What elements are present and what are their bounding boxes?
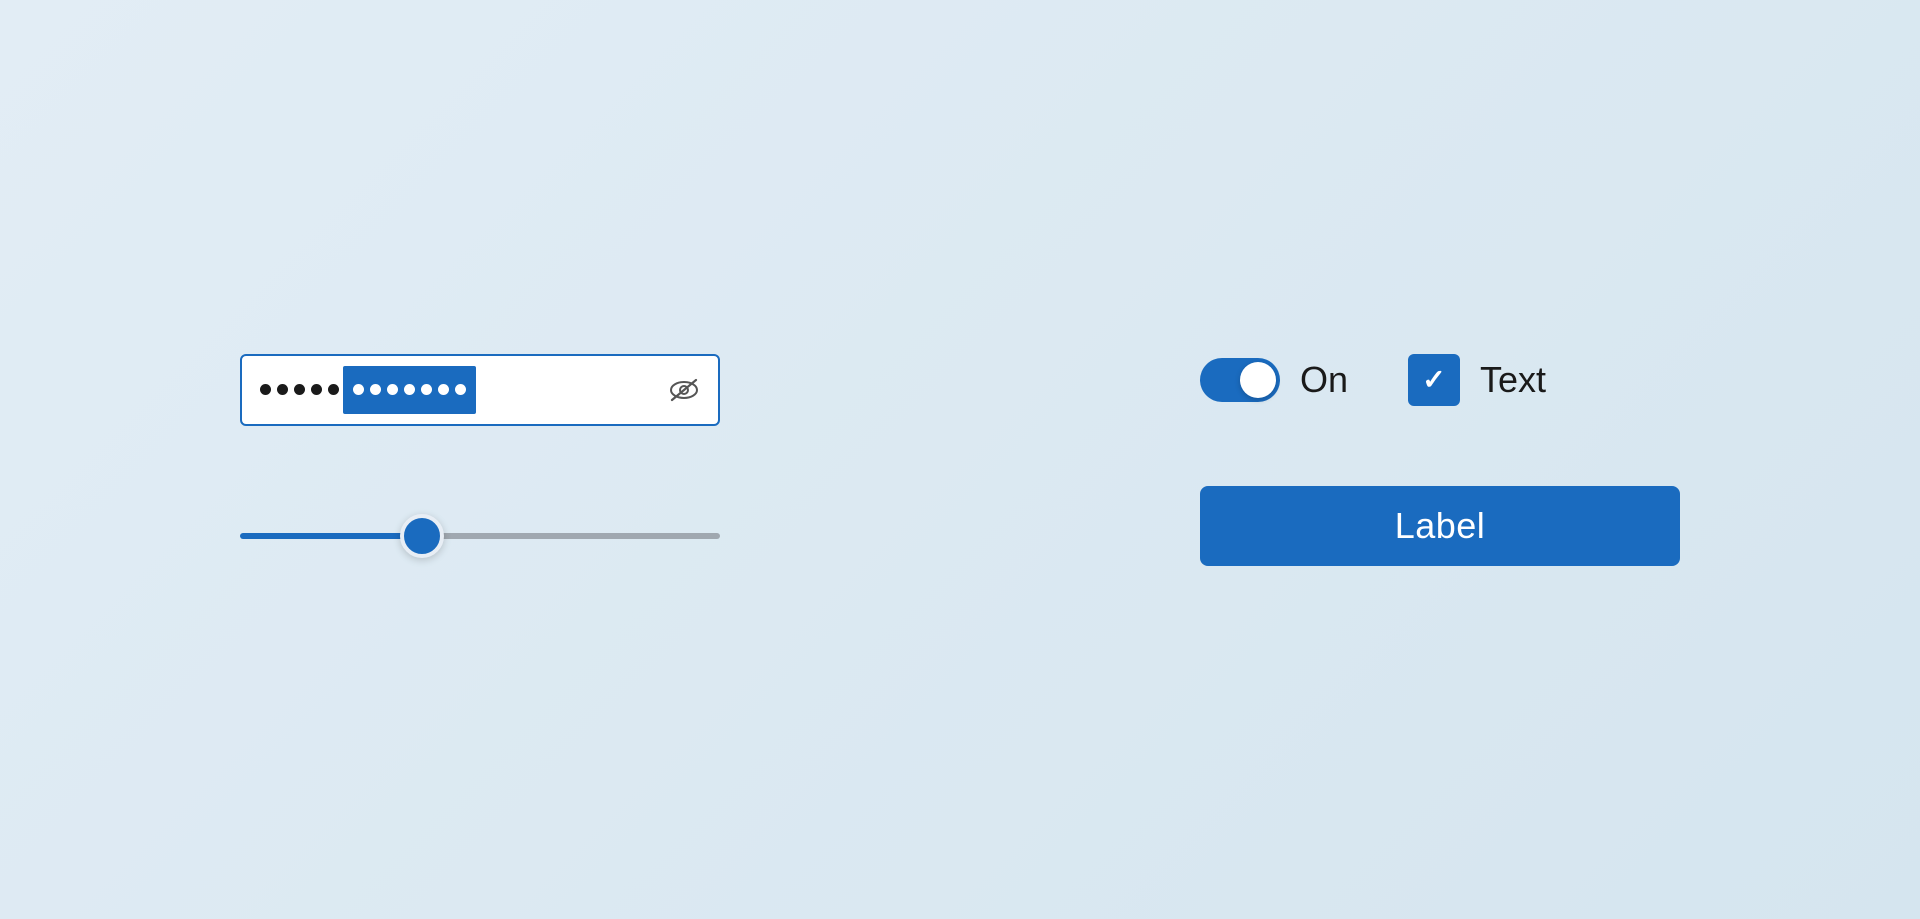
sel-dot-4 [404,384,415,395]
label-button-text: Label [1395,505,1486,547]
toggle-switch[interactable] [1200,358,1280,402]
show-password-button[interactable] [668,374,700,406]
slider-thumb[interactable] [400,514,444,558]
label-button[interactable]: Label [1200,486,1680,566]
dot-5 [328,384,339,395]
toggle-group: On [1200,358,1348,402]
sel-dot-2 [370,384,381,395]
top-controls: On ✓ Text [1200,354,1546,406]
password-plain-dots [260,384,339,395]
password-input[interactable] [240,354,720,426]
left-column [240,354,720,566]
dot-1 [260,384,271,395]
sel-dot-3 [387,384,398,395]
toggle-knob [1240,362,1276,398]
dot-2 [277,384,288,395]
sel-dot-6 [438,384,449,395]
sel-dot-7 [455,384,466,395]
toggle-label: On [1300,359,1348,401]
checkbox[interactable]: ✓ [1408,354,1460,406]
slider-track[interactable] [240,533,720,539]
sel-dot-1 [353,384,364,395]
checkbox-label: Text [1480,359,1546,401]
sel-dot-5 [421,384,432,395]
checkbox-group: ✓ Text [1408,354,1546,406]
main-container: On ✓ Text Label [0,354,1920,566]
eye-icon [668,374,700,406]
checkmark-icon: ✓ [1422,366,1445,394]
dot-4 [311,384,322,395]
dot-3 [294,384,305,395]
right-column: On ✓ Text Label [1200,354,1680,566]
password-selected-dots [343,366,476,414]
slider-wrapper [240,506,720,566]
